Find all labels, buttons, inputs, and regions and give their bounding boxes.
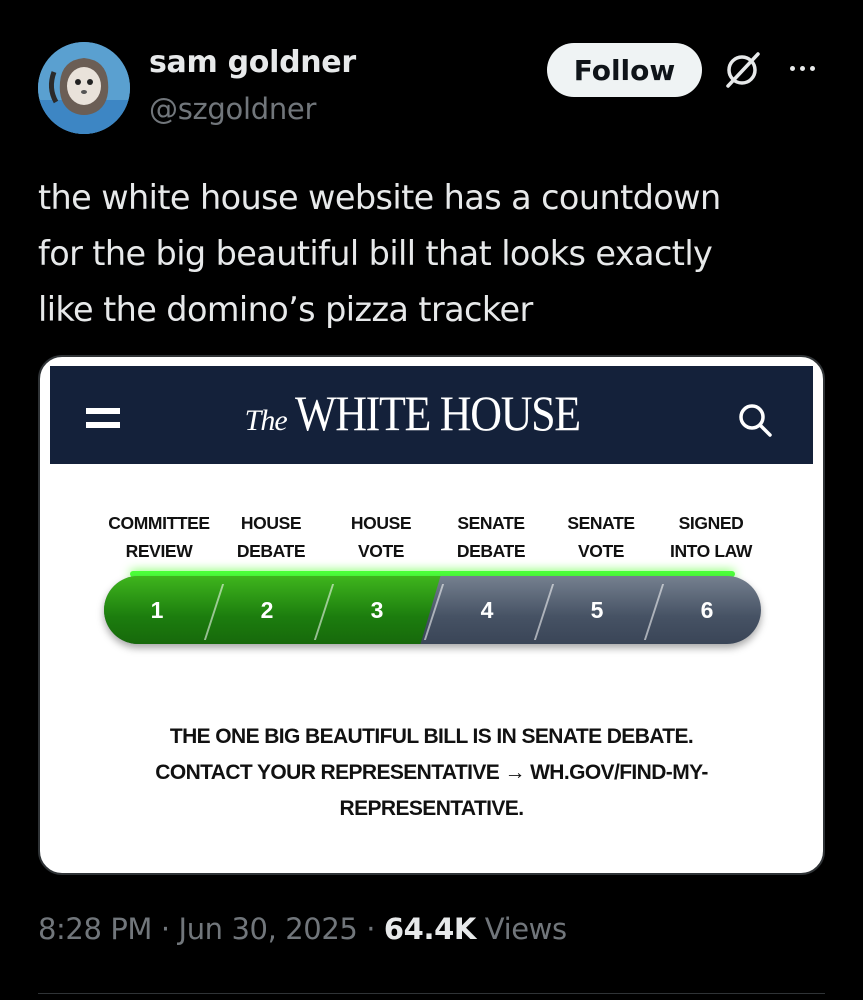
avatar-image <box>38 42 130 134</box>
divider-line <box>38 993 825 994</box>
tweet-text-line: for the big beautiful bill that looks ex… <box>38 234 713 273</box>
step-label: SIGNED INTO LAW <box>669 513 753 561</box>
white-house-header: The WHITE HOUSE <box>50 366 813 464</box>
grok-icon[interactable] <box>720 48 764 92</box>
step-labels: COMMITTEE REVIEW HOUSE DEBATE HOUSE VOTE SE… <box>40 509 823 569</box>
tweet-text-line: the white house website has a countdown <box>38 178 721 217</box>
views-label: Views <box>484 912 567 946</box>
tweet-time[interactable]: 8:28 PM <box>38 912 152 946</box>
follow-button[interactable]: Follow <box>547 43 702 97</box>
tweet-media-image[interactable]: The WHITE HOUSE COMMITTEE REVIEW HOUSE DEBA… <box>38 355 825 875</box>
logo-main: WHITE HOUSE <box>294 385 581 441</box>
step-divider <box>533 584 555 640</box>
avatar[interactable] <box>38 42 130 134</box>
progress-tracker: 1 2 3 4 5 6 <box>104 576 761 644</box>
tweet-text: the white house website has a countdown … <box>38 170 828 338</box>
step-number: 3 <box>370 597 384 623</box>
search-icon <box>737 402 773 438</box>
step-number: 5 <box>590 597 604 623</box>
bill-status-message: THE ONE BIG BEAUTIFUL BILL IS IN SENATE … <box>40 719 823 827</box>
message-line: CONTACT YOUR REPRESENTATIVE → WH.GOV/FIN… <box>155 761 708 784</box>
more-options-icon[interactable] <box>782 58 822 78</box>
tweet-metadata: 8:28 PM · Jun 30, 2025 · 64.4K Views <box>38 912 567 946</box>
step-number: 1 <box>150 597 164 623</box>
step-number: 4 <box>480 597 494 623</box>
separator: · <box>366 912 376 946</box>
logo-the: The <box>244 404 288 437</box>
step-number: 2 <box>260 597 274 623</box>
step-divider <box>643 584 665 640</box>
author-name[interactable]: sam goldner <box>149 45 356 80</box>
message-line: REPRESENTATIVE. <box>339 797 525 820</box>
white-house-logo: The WHITE HOUSE <box>50 384 813 442</box>
views-count: 64.4K <box>383 912 476 946</box>
tweet-date[interactable]: Jun 30, 2025 <box>179 912 358 946</box>
step-number: 6 <box>700 597 714 623</box>
separator: · <box>160 912 170 946</box>
message-line: THE ONE BIG BEAUTIFUL BILL IS IN SENATE … <box>169 725 694 748</box>
author-handle[interactable]: @szgoldner <box>149 92 316 126</box>
tweet-text-line: like the domino’s pizza tracker <box>38 290 533 329</box>
